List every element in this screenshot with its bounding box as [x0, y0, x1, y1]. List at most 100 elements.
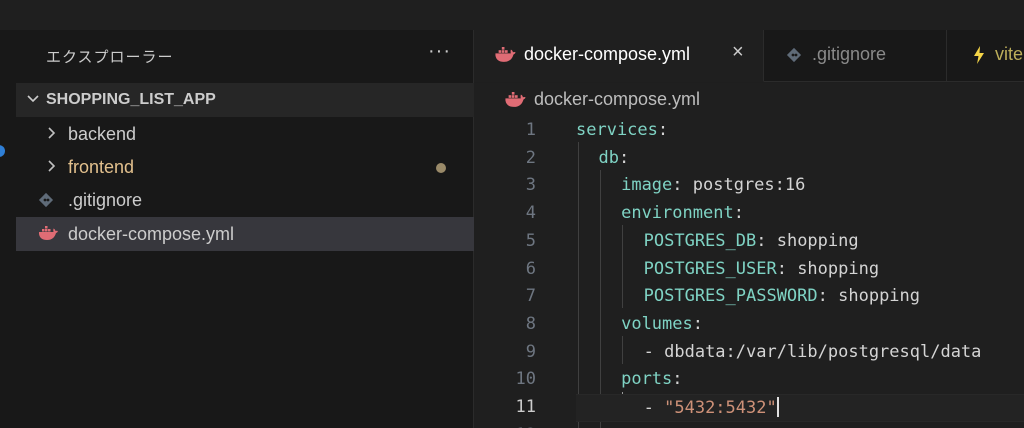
line-number: 9: [525, 341, 536, 362]
yaml-key: POSTGRES_DB: [643, 230, 757, 251]
yaml-key: POSTGRES_USER: [643, 258, 777, 279]
line-number: 7: [525, 286, 536, 307]
tab-docker-compose[interactable]: docker-compose.yml ×: [474, 30, 764, 82]
line-content: POSTGRES_USER: shopping: [644, 259, 879, 279]
close-icon[interactable]: ×: [732, 41, 744, 64]
explorer-sidebar: エクスプローラー ··· SHOPPING_LIST_APP backend f…: [16, 30, 474, 428]
tree-item-label: frontend: [68, 157, 135, 177]
code-line[interactable]: 5 POSTGRES_DB: shopping: [474, 228, 1024, 256]
tree-item-gitignore[interactable]: .gitignore: [16, 183, 474, 217]
chevron-right-icon: [46, 123, 58, 143]
git-icon: [38, 192, 56, 208]
line-number: 2: [525, 147, 536, 168]
tree-item-label: .gitignore: [68, 190, 143, 210]
line-content: POSTGRES_PASSWORD: shopping: [644, 286, 920, 306]
explorer-header: エクスプローラー ···: [16, 30, 473, 81]
line-number: 5: [525, 230, 536, 251]
code-editor[interactable]: 1 services: 2 db: 3 image: postgres:16 4 enviro…: [474, 115, 1024, 428]
tab-label: docker-compose.yml: [524, 44, 691, 64]
yaml-separator: :: [657, 120, 669, 140]
code-line[interactable]: 1 services:: [474, 117, 1024, 145]
yaml-separator: :: [692, 313, 703, 334]
line-number: 4: [525, 203, 536, 224]
tab-gitignore[interactable]: .gitignore: [764, 30, 947, 82]
yaml-key: POSTGRES_PASSWORD: [643, 286, 818, 307]
yaml-key: volumes: [621, 313, 693, 334]
explorer-title: エクスプローラー: [46, 49, 174, 66]
yaml-separator: :: [672, 175, 693, 196]
line-content: - dbdata:/var/lib/postgresql/data: [644, 342, 982, 362]
editor-window: エクスプローラー ··· SHOPPING_LIST_APP backend f…: [0, 0, 1024, 428]
yaml-key: ports: [621, 369, 673, 390]
yaml-separator: :: [672, 369, 683, 390]
notification-badge[interactable]: [0, 145, 5, 157]
yaml-separator: :: [776, 258, 798, 279]
yaml-key: environment: [621, 203, 734, 224]
line-content: environment:: [621, 203, 744, 223]
docker-icon: [38, 226, 58, 242]
tab-vite[interactable]: vite: [947, 30, 1024, 82]
breadcrumb-file: docker-compose.yml: [534, 89, 701, 109]
line-content: ports:: [621, 369, 682, 389]
code-line[interactable]: 2 db:: [474, 145, 1024, 173]
code-line[interactable]: 6 POSTGRES_USER: shopping: [474, 256, 1024, 284]
line-number: 6: [525, 258, 536, 279]
git-icon: [786, 47, 802, 63]
yaml-separator: :: [619, 147, 630, 168]
yaml-key: services: [576, 120, 658, 140]
yaml-value: postgres:16: [692, 175, 806, 196]
yaml-separator: :: [733, 203, 744, 224]
tree-item-frontend[interactable]: frontend: [16, 150, 474, 184]
line-content: volumes:: [621, 314, 703, 334]
tree-item-label: docker-compose.yml: [68, 224, 235, 244]
breadcrumb[interactable]: docker-compose.yml: [474, 83, 1024, 115]
text-cursor: [776, 397, 779, 417]
code-line[interactable]: 4 environment:: [474, 200, 1024, 228]
docker-icon: [494, 47, 516, 64]
more-actions-icon[interactable]: ···: [428, 40, 451, 63]
code-line[interactable]: 8 volumes:: [474, 311, 1024, 339]
tab-label: vite: [995, 44, 1024, 64]
workspace-section-header[interactable]: SHOPPING_LIST_APP: [16, 83, 474, 117]
chevron-right-icon: [46, 156, 58, 176]
line-number: 1: [525, 120, 536, 140]
yaml-key: image: [621, 175, 673, 196]
docker-icon: [504, 92, 526, 108]
title-bar: [0, 0, 1024, 30]
line-content: POSTGRES_DB: shopping: [644, 231, 859, 251]
code-line[interactable]: 9 - dbdata:/var/lib/postgresql/data: [474, 339, 1024, 367]
modified-indicator: [436, 163, 446, 173]
yaml-value: shopping: [838, 286, 921, 307]
yaml-value: "5432:5432": [664, 398, 777, 418]
line-number: 8: [525, 313, 536, 334]
workspace-name: SHOPPING_LIST_APP: [46, 91, 216, 108]
vite-icon: [973, 46, 985, 64]
activity-bar: [0, 30, 16, 428]
yaml-value: shopping: [797, 258, 880, 279]
tree-item-label: backend: [68, 124, 137, 144]
yaml-key: db: [598, 147, 620, 168]
line-content: image: postgres:16: [621, 175, 805, 195]
code-line[interactable]: 11 - "5432:5432": [474, 394, 1024, 422]
line-number: 11: [515, 397, 536, 417]
yaml-value: dbdata:/var/lib/postgresql/data: [664, 341, 982, 362]
yaml-key: -: [643, 398, 665, 418]
chevron-down-icon: [26, 90, 40, 108]
code-line[interactable]: 10 ports:: [474, 366, 1024, 394]
yaml-separator: :: [817, 286, 839, 307]
line-number: 10: [515, 369, 536, 390]
tab-label: .gitignore: [812, 44, 887, 64]
code-line[interactable]: 3 image: postgres:16: [474, 172, 1024, 200]
editor-tab-bar: docker-compose.yml × .gitignore vite: [474, 30, 1024, 82]
line-content: services:: [576, 120, 668, 140]
line-content: db:: [599, 148, 630, 168]
code-line[interactable]: 7 POSTGRES_PASSWORD: shopping: [474, 283, 1024, 311]
tree-item-docker-compose[interactable]: docker-compose.yml: [16, 217, 474, 251]
yaml-value: shopping: [776, 230, 859, 251]
tree-item-backend[interactable]: backend: [16, 117, 474, 151]
yaml-separator: :: [756, 230, 777, 251]
code-line[interactable]: 12: [474, 422, 1024, 428]
yaml-key: -: [643, 341, 665, 362]
line-content: - "5432:5432": [644, 397, 779, 418]
line-number: 3: [525, 175, 536, 196]
